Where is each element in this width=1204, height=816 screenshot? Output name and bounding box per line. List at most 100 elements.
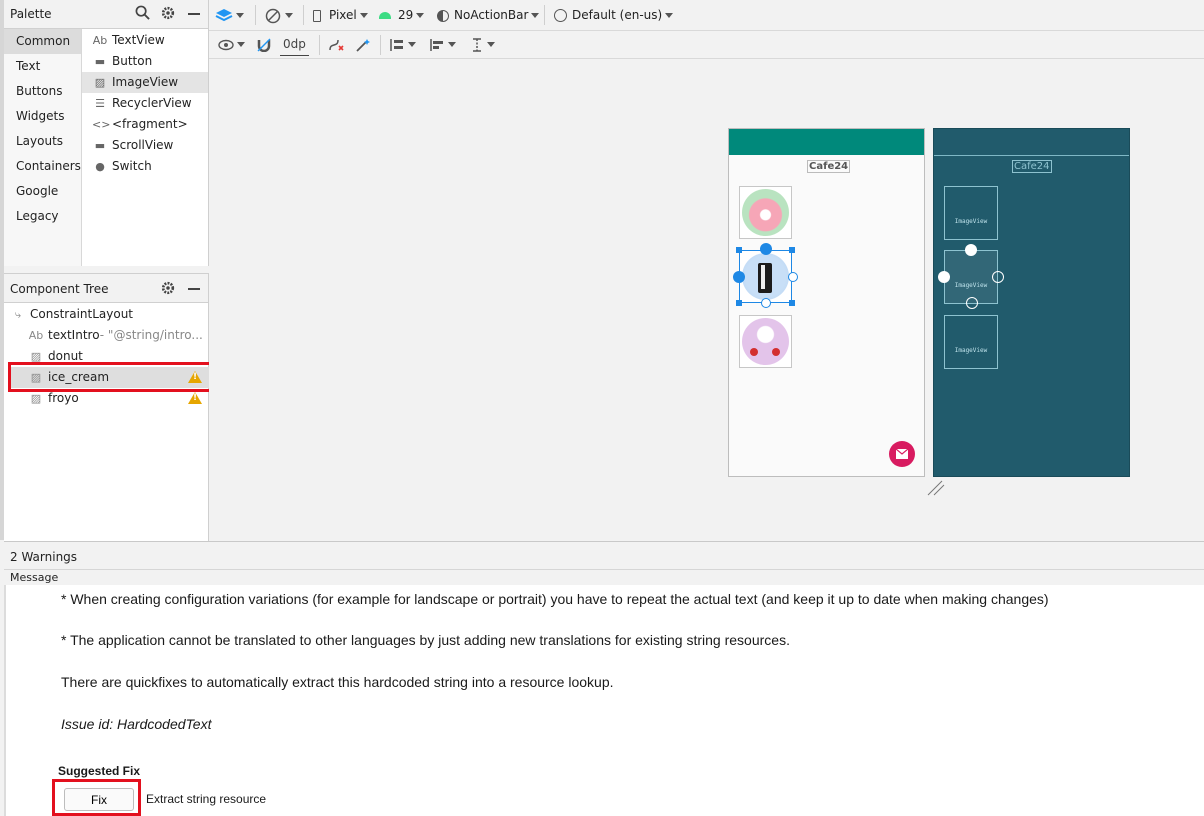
component-recyclerview[interactable]: ☰ RecyclerView [82,93,208,114]
android-icon [379,12,391,19]
category-google[interactable]: Google [4,179,81,204]
globe-icon [554,9,567,22]
tree-node-textintro[interactable]: Ab textIntro- "@string/intro... [28,325,203,346]
email-icon [896,449,908,459]
layout-toolbar: 0dp [209,31,1204,59]
detail-paragraph-3: There are quickfixes to automatically ex… [61,674,614,690]
component-tree-title: Component Tree [10,282,109,296]
eye-icon[interactable] [218,31,245,58]
warnings-header: 2 Warnings [4,541,1204,570]
textview-icon: Ab [92,34,108,47]
detail-paragraph-2: * The application cannot be translated t… [61,632,790,648]
blueprint-top-anchor[interactable] [965,244,977,256]
switch-icon: ● [95,160,105,173]
highlight-box-fix [52,779,141,816]
orientation-icon[interactable] [264,0,293,30]
issue-detail: * When creating configuration variations… [4,585,1204,816]
design-canvas[interactable]: Cafe24 Cafe24 ImageView ImageView ImageV… [209,59,1204,540]
image-icon: ▨ [94,76,106,89]
pack-icon[interactable] [389,31,416,58]
blueprint-donut[interactable]: ImageView [944,186,998,240]
blueprint-title[interactable]: Cafe24 [1012,160,1052,173]
donut-icon [742,189,789,236]
palette-title: Palette [10,7,52,21]
category-layouts[interactable]: Layouts [4,129,81,154]
device-selector[interactable]: Pixel [313,0,368,30]
title-textview[interactable]: Cafe24 [807,160,851,173]
theme-selector[interactable]: NoActionBar [437,0,540,30]
component-textview[interactable]: Ab TextView [82,30,208,51]
category-common[interactable]: Common [4,29,81,54]
category-widgets[interactable]: Widgets [4,104,81,129]
ice-cream-image[interactable] [739,250,792,303]
blueprint-bottom-anchor[interactable] [966,297,978,309]
component-tree-panel: Component Tree ⤷ ConstraintLayout Ab textI… [4,273,220,541]
message-column-header: Message [4,569,1204,586]
design-surface[interactable]: Cafe24 [728,128,925,477]
resize-handle[interactable] [789,300,795,306]
scrollview-icon: ▬ [94,139,106,152]
gear-icon[interactable] [161,281,175,298]
ice-cream-icon [742,253,789,300]
tree-node-constraintlayout[interactable]: ⤷ ConstraintLayout [10,304,133,325]
default-margin-input[interactable]: 0dp [280,33,309,56]
resize-handle[interactable] [736,247,742,253]
api-level-selector[interactable]: 29 [379,0,425,30]
app-bar [729,129,924,155]
issue-id: Issue id: HardcodedText [61,716,212,732]
froyo-image[interactable] [739,315,792,368]
left-constraint-anchor[interactable] [733,271,745,283]
minimize-icon[interactable] [188,13,200,15]
resize-grip-icon[interactable] [926,479,946,497]
message-header-label: Message [10,571,59,584]
right-constraint-anchor[interactable] [788,272,798,282]
resize-handle[interactable] [736,300,742,306]
category-legacy[interactable]: Legacy [4,204,81,229]
search-icon[interactable] [135,5,150,24]
guidelines-icon[interactable] [470,31,495,58]
design-toolbar: Pixel 29 NoActionBar Default (en-us) [209,0,1204,31]
list-icon: ☰ [95,97,105,110]
locale-selector[interactable]: Default (en-us) [554,0,674,30]
align-icon[interactable] [429,31,456,58]
button-icon: ▬ [94,55,106,68]
froyo-icon [742,318,789,365]
donut-image[interactable] [739,186,792,239]
constraint-layout-icon: ⤷ [14,308,22,321]
warning-icon[interactable] [188,392,202,404]
component-imageview[interactable]: ▨ ImageView [82,72,208,93]
category-buttons[interactable]: Buttons [4,79,81,104]
layers-icon[interactable] [215,0,244,30]
palette-panel: Palette Common Text Buttons Widgets Layo… [4,0,209,266]
top-constraint-anchor[interactable] [760,243,772,255]
category-text[interactable]: Text [4,54,81,79]
category-containers[interactable]: Containers [4,154,81,179]
category-list: Common Text Buttons Widgets Layouts Cont… [4,29,82,266]
palette-header: Palette [4,0,208,29]
textview-icon: Ab [28,329,44,342]
code-icon: <> [92,118,111,131]
suggested-fix-title: Suggested Fix [58,764,141,778]
clear-constraints-icon[interactable] [328,31,344,58]
gear-icon[interactable] [161,6,175,24]
blueprint-froyo[interactable]: ImageView [944,315,998,369]
infer-constraints-icon[interactable] [355,31,371,58]
blueprint-surface[interactable]: Cafe24 ImageView ImageView ImageView [933,128,1130,477]
component-scrollview[interactable]: ▬ ScrollView [82,135,208,156]
theme-icon [437,9,449,22]
warnings-count: 2 Warnings [10,550,78,564]
minimize-icon[interactable] [188,288,200,290]
component-fragment[interactable]: <> <fragment> [82,114,208,135]
blueprint-right-anchor[interactable] [992,271,1004,283]
component-switch[interactable]: ● Switch [82,156,208,177]
blueprint-left-anchor[interactable] [938,271,950,283]
detail-paragraph-1: * When creating configuration variations… [61,591,1049,607]
highlight-box-ice-cream [8,362,227,392]
resize-handle[interactable] [789,247,795,253]
magnet-icon[interactable] [257,31,271,58]
fix-description: Extract string resource [146,792,267,806]
component-button[interactable]: ▬ Button [82,51,208,72]
bottom-constraint-anchor[interactable] [761,298,771,308]
blueprint-ice-cream[interactable]: ImageView [944,250,998,304]
fab-button[interactable] [889,441,915,467]
